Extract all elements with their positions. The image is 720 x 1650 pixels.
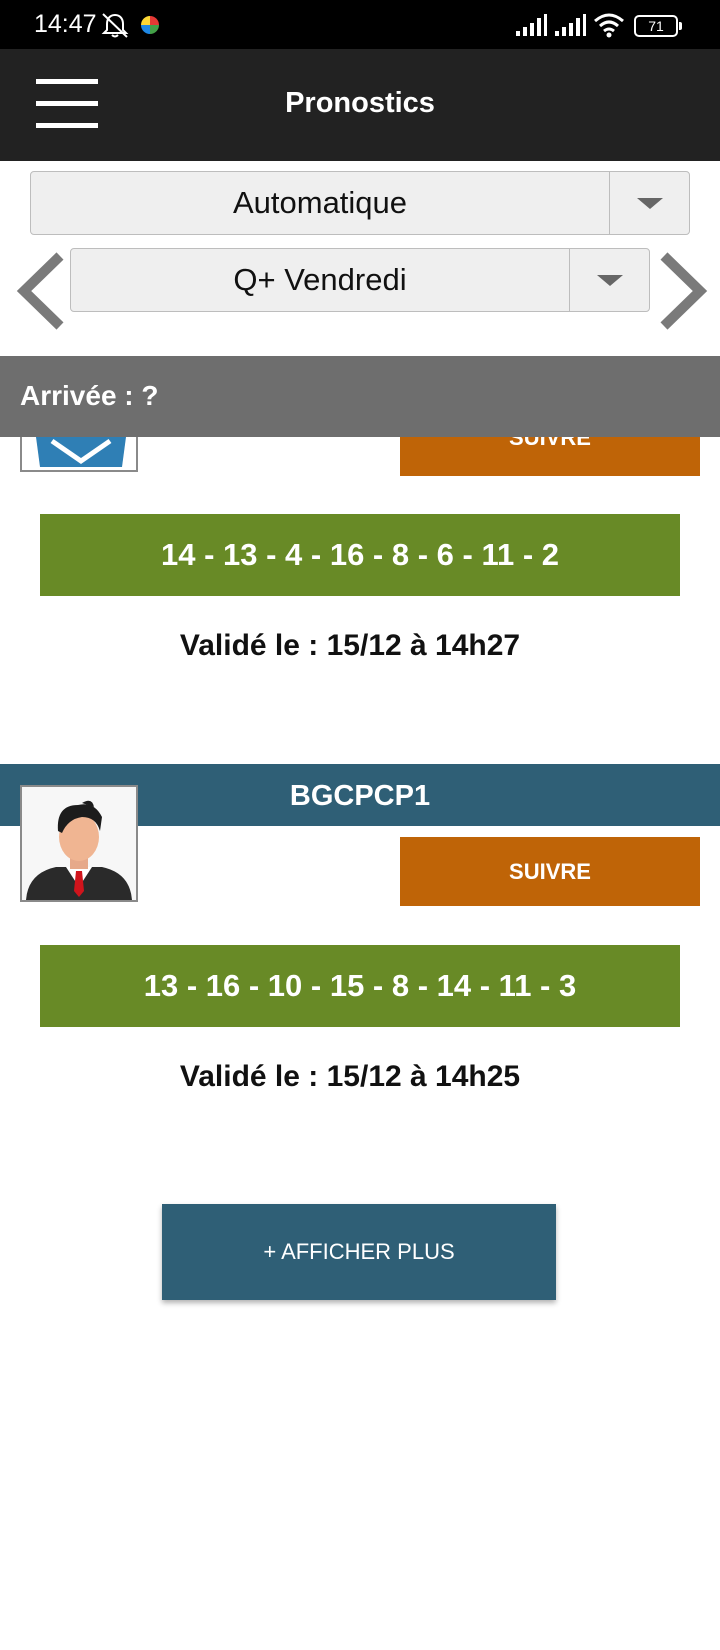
arrivee-bar: Arrivée : ?: [0, 356, 720, 437]
show-more-button[interactable]: + AFFICHER PLUS: [162, 1204, 556, 1300]
bell-muted-icon: [101, 13, 129, 38]
wifi-icon: [594, 13, 624, 38]
logo-icon: [36, 437, 126, 467]
mode-select-dropdown[interactable]: [609, 172, 689, 234]
mode-select[interactable]: Automatique: [30, 171, 690, 235]
follow-button[interactable]: SUIVRE: [400, 437, 700, 476]
chevron-left-icon[interactable]: [12, 250, 72, 332]
chevron-right-icon[interactable]: [652, 250, 712, 332]
app-notification-icon: [141, 16, 159, 34]
mode-select-value: Automatique: [232, 185, 408, 220]
race-select-dropdown[interactable]: [569, 249, 649, 311]
follow-button[interactable]: SUIVRE: [400, 837, 700, 906]
signal-icon: [516, 14, 547, 36]
chevron-down-icon: [636, 198, 663, 209]
validated-date: Validé le : 15/12 à 14h27: [179, 629, 521, 662]
status-time: 14:47: [34, 10, 97, 38]
follow-button-label: SUIVRE: [509, 437, 591, 450]
user-logo: [20, 437, 138, 472]
app-bar: Pronostics: [0, 49, 720, 161]
signal-icon: [555, 14, 586, 36]
race-select-value: Q+ Vendredi: [233, 262, 407, 297]
validated-date: Validé le : 15/12 à 14h25: [179, 1060, 521, 1093]
pronostic-numbers: 14 - 13 - 4 - 16 - 8 - 6 - 11 - 2: [40, 514, 680, 596]
page-title: Pronostics: [285, 87, 435, 119]
race-select[interactable]: Q+ Vendredi: [70, 248, 650, 312]
chevron-down-icon: [596, 275, 623, 286]
battery-icon: 71: [634, 15, 682, 37]
status-bar: 14:47 71: [0, 0, 720, 49]
avatar: [20, 785, 138, 902]
arrivee-label: Arrivée : ?: [20, 380, 159, 411]
pronostic-numbers: 13 - 16 - 10 - 15 - 8 - 14 - 11 - 3: [40, 945, 680, 1027]
user-avatar-icon: [22, 787, 136, 900]
